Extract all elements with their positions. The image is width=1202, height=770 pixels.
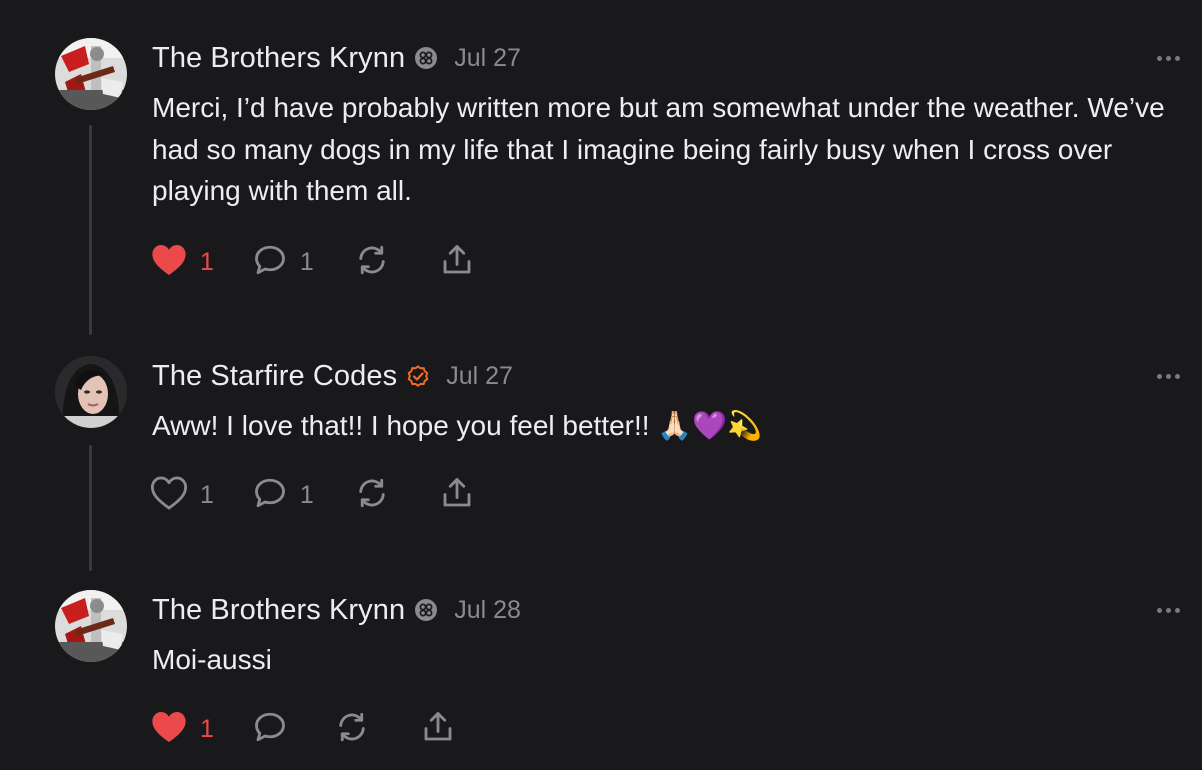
- verified-check-icon: [406, 364, 430, 388]
- comment-header: The Brothers Krynn Jul 28: [152, 590, 521, 630]
- more-options-icon[interactable]: [1157, 608, 1180, 613]
- comment-date[interactable]: Jul 27: [446, 362, 513, 391]
- reply-button[interactable]: 1: [252, 475, 314, 516]
- share-icon: [420, 709, 456, 750]
- like-count: 1: [200, 247, 214, 276]
- share-button[interactable]: [439, 242, 475, 283]
- heart-outline-icon: [150, 475, 188, 516]
- avatar[interactable]: [55, 356, 127, 428]
- share-button[interactable]: [439, 475, 475, 516]
- comment-actions: 1 1: [150, 242, 475, 282]
- comment-body: Moi-aussi: [152, 644, 272, 675]
- more-options-icon[interactable]: [1157, 56, 1180, 61]
- thread-line: [89, 445, 92, 571]
- comment-header: The Brothers Krynn Jul 27: [152, 38, 521, 78]
- comment-date[interactable]: Jul 28: [454, 596, 521, 625]
- restack-button[interactable]: [354, 242, 390, 283]
- avatar[interactable]: [55, 38, 127, 110]
- thread-line: [89, 125, 92, 335]
- comment-body: Merci, I’d have probably written more bu…: [152, 92, 1165, 206]
- comment-thread: The Brothers Krynn Jul 27 Merci, I’d hav…: [0, 0, 1202, 770]
- restack-button[interactable]: [354, 475, 390, 516]
- comment-bubble-icon: [252, 242, 288, 283]
- author-name[interactable]: The Brothers Krynn: [152, 594, 405, 627]
- heart-filled-icon: [150, 709, 188, 750]
- like-count: 1: [200, 480, 214, 509]
- heart-filled-icon: [150, 242, 188, 283]
- comment-actions: 1 1: [150, 475, 475, 515]
- subscriber-badge-icon: [414, 598, 438, 622]
- comment-header: The Starfire Codes Jul 27: [152, 356, 513, 396]
- comment-bubble-icon: [252, 475, 288, 516]
- like-count: 1: [200, 714, 214, 743]
- comment-bubble-icon: [252, 709, 288, 750]
- like-button[interactable]: 1: [150, 709, 214, 750]
- comment-date[interactable]: Jul 27: [454, 44, 521, 73]
- like-button[interactable]: 1: [150, 475, 214, 516]
- author-name[interactable]: The Brothers Krynn: [152, 42, 405, 75]
- share-icon: [439, 242, 475, 283]
- restack-button[interactable]: [334, 709, 370, 750]
- reply-button[interactable]: [252, 709, 288, 750]
- restack-icon: [354, 475, 390, 516]
- avatar[interactable]: [55, 590, 127, 662]
- restack-icon: [334, 709, 370, 750]
- reply-count: 1: [299, 247, 314, 276]
- comment-actions: 1: [150, 709, 456, 749]
- share-icon: [439, 475, 475, 516]
- more-options-icon[interactable]: [1157, 374, 1180, 379]
- reply-button[interactable]: 1: [252, 242, 314, 283]
- author-name[interactable]: The Starfire Codes: [152, 360, 397, 393]
- share-button[interactable]: [420, 709, 456, 750]
- restack-icon: [354, 242, 390, 283]
- subscriber-badge-icon: [414, 46, 438, 70]
- reply-count: 1: [299, 480, 314, 509]
- like-button[interactable]: 1: [150, 242, 214, 283]
- comment-body: Aww! I love that!! I hope you feel bette…: [152, 410, 762, 441]
